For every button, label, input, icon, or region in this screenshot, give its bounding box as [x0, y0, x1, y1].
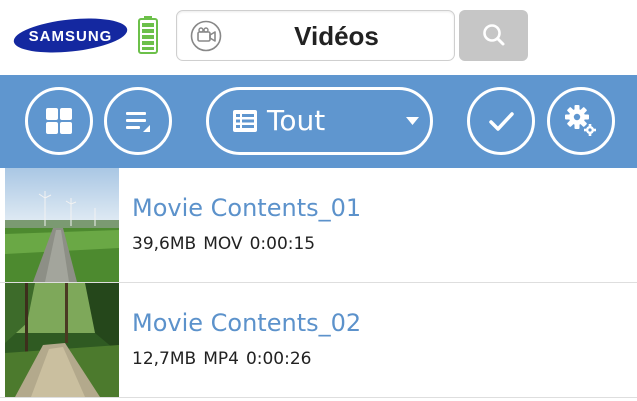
video-format: MOV	[203, 234, 243, 254]
settings-button[interactable]	[547, 87, 615, 155]
video-list: Movie Contents_01 39,6MB MOV 0:00:15 Movie…	[0, 168, 637, 401]
video-format: MP4	[203, 349, 239, 369]
list-filter-icon	[232, 109, 258, 133]
battery-icon	[138, 16, 158, 54]
video-title[interactable]: Movie Contents_01	[132, 194, 361, 222]
toolbar: Tout	[0, 75, 637, 168]
video-thumbnail	[5, 283, 119, 397]
grid-view-icon	[46, 108, 72, 134]
video-thumbnail	[5, 168, 119, 282]
video-meta: 39,6MB MOV 0:00:15	[132, 234, 322, 254]
list-sort-icon	[126, 112, 150, 132]
video-duration: 0:00:26	[245, 349, 312, 369]
list-item[interactable]: Movie Contents_01 39,6MB MOV 0:00:15	[0, 168, 637, 283]
video-title[interactable]: Movie Contents_02	[132, 309, 361, 337]
sort-list-button[interactable]	[104, 87, 172, 155]
samsung-logo: SAMSUNG	[12, 17, 129, 54]
search-button[interactable]	[459, 10, 528, 61]
svg-text:SAMSUNG: SAMSUNG	[29, 28, 113, 45]
list-item[interactable]: Movie Contents_02 12,7MB MP4 0:00:26	[0, 283, 637, 398]
video-size: 39,6MB	[132, 234, 197, 254]
video-duration: 0:00:15	[249, 234, 316, 254]
video-size: 12,7MB	[132, 349, 197, 369]
checkmark-icon	[489, 112, 514, 131]
video-camera-icon	[190, 20, 222, 52]
grid-view-button[interactable]	[25, 87, 93, 155]
search-icon	[482, 23, 504, 45]
video-meta: 12,7MB MP4 0:00:26	[132, 349, 318, 369]
top-header: SAMSUNG Vidéos	[0, 0, 637, 75]
page-title: Vidéos	[294, 21, 379, 51]
chevron-down-icon	[406, 117, 419, 125]
filter-dropdown[interactable]: Tout	[206, 87, 433, 155]
page-title-box: Vidéos	[176, 10, 455, 61]
select-button[interactable]	[467, 87, 535, 155]
settings-icon	[565, 105, 596, 136]
filter-selected-value: Tout	[267, 104, 326, 137]
